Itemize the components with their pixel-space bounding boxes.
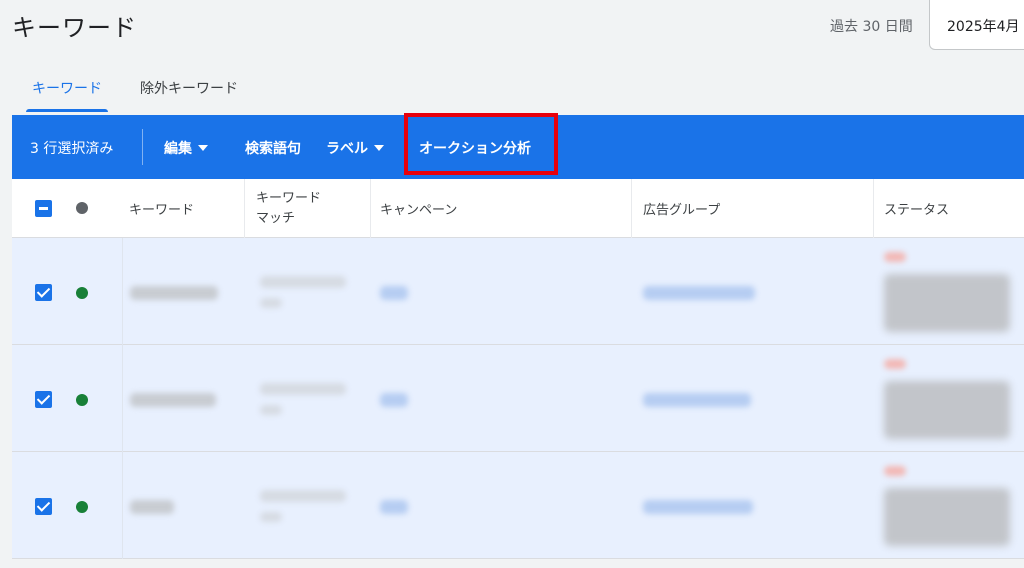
redacted-status-tag (884, 359, 906, 369)
label-button-label: ラベル (326, 141, 368, 157)
redacted-ad-group-link[interactable] (643, 286, 755, 300)
column-separator (244, 179, 245, 238)
column-separator (873, 179, 874, 238)
table-row[interactable] (12, 238, 1024, 345)
redacted-status-tag (884, 252, 906, 262)
highlight-annotation (404, 113, 558, 175)
column-header-match-type[interactable]: キーワード マッチ (256, 179, 321, 238)
match-header-line1: キーワード (256, 190, 322, 206)
redacted-status-text (884, 274, 1010, 332)
match-header-line2: マッチ (256, 210, 296, 226)
redacted-match-type (260, 490, 346, 502)
redacted-match-type (260, 298, 282, 308)
table-header: キーワード キーワード マッチ キャンペーン 広告グループ ステータス (12, 179, 1024, 238)
redacted-status-text (884, 488, 1010, 546)
column-header-keyword[interactable]: キーワード (129, 179, 194, 238)
column-separator (370, 179, 371, 238)
caret-down-icon (198, 145, 208, 151)
redacted-match-type (260, 405, 282, 415)
row-cell-divider (122, 345, 123, 452)
bulk-action-bar: 3 行選択済み 編集 検索語句 ラベル オークション分析 (12, 113, 1024, 179)
edit-button[interactable]: 編集 (164, 138, 208, 158)
caret-down-icon (374, 145, 384, 151)
status-header-dot-icon (76, 202, 88, 214)
redacted-ad-group-link[interactable] (643, 393, 751, 407)
column-separator (631, 179, 632, 238)
page-title: キーワード (12, 14, 137, 42)
column-header-ad-group[interactable]: 広告グループ (643, 179, 720, 238)
row-cell-divider (122, 238, 123, 345)
redacted-ad-group-link[interactable] (643, 500, 753, 514)
redacted-campaign-link[interactable] (380, 500, 408, 514)
action-bar-divider (142, 129, 143, 165)
row-checkbox-icon[interactable] (35, 284, 52, 301)
label-button[interactable]: ラベル (326, 138, 384, 158)
tab-negative-keywords[interactable]: 除外キーワード (140, 68, 238, 114)
column-header-status[interactable]: ステータス (884, 179, 949, 238)
row-checkbox-icon[interactable] (35, 391, 52, 408)
redacted-match-type (260, 512, 282, 522)
redacted-match-type (260, 383, 346, 395)
keyword-table: キーワード キーワード マッチ キャンペーン 広告グループ ステータス (12, 179, 1024, 568)
date-value: 2025年4月 (947, 19, 1020, 35)
redacted-keyword (130, 286, 218, 300)
redacted-status-text (884, 381, 1010, 439)
keyword-tabs: キーワード 除外キーワード (12, 68, 238, 114)
redacted-campaign-link[interactable] (380, 393, 408, 407)
table-row[interactable] (12, 345, 1024, 452)
column-header-campaign[interactable]: キャンペーン (380, 179, 457, 238)
search-terms-button[interactable]: 検索語句 (245, 138, 301, 158)
redacted-status-tag (884, 466, 906, 476)
enabled-status-dot-icon (76, 287, 88, 299)
redacted-campaign-link[interactable] (380, 286, 408, 300)
table-row[interactable] (12, 452, 1024, 559)
edit-button-label: 編集 (164, 141, 192, 157)
enabled-status-dot-icon (76, 501, 88, 513)
row-cell-divider (122, 452, 123, 559)
tab-keywords[interactable]: キーワード (26, 68, 108, 114)
redacted-match-type (260, 276, 346, 288)
row-checkbox-icon[interactable] (35, 498, 52, 515)
selected-count: 3 行選択済み (30, 141, 114, 157)
redacted-keyword (130, 500, 174, 514)
enabled-status-dot-icon (76, 394, 88, 406)
date-range-label: 過去 30 日間 (830, 19, 913, 35)
select-all-checkbox-icon[interactable] (35, 200, 52, 217)
date-range-picker[interactable]: 2025年4月 (929, 0, 1024, 50)
redacted-keyword (130, 393, 216, 407)
